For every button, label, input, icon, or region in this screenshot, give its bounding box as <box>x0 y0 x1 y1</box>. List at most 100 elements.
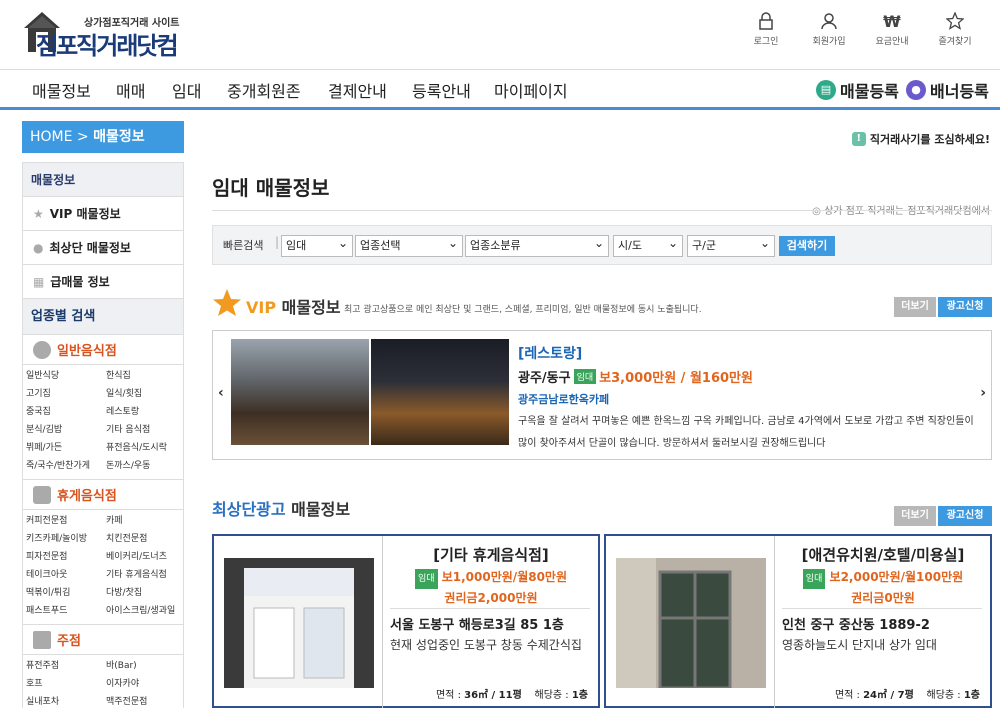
card-divider <box>382 536 383 708</box>
nav-item-mypage[interactable]: 마이페이지 <box>494 78 568 102</box>
business-subtype-select[interactable]: 업종소분류 <box>465 233 609 257</box>
category-item[interactable]: 이자카야 <box>106 675 186 693</box>
search-button[interactable]: 검색하기 <box>779 236 835 256</box>
sidebar-item-vip[interactable]: ★ VIP 매물정보 <box>23 197 183 231</box>
category-item[interactable]: 피자전문점 <box>26 548 106 566</box>
register-banner-button[interactable]: ● 배너등록 <box>906 78 989 102</box>
category-item[interactable]: 분식/김밥 <box>26 421 106 439</box>
floor-value: 1층 <box>571 690 588 701</box>
category-item[interactable]: 실내포차 <box>26 693 106 708</box>
listing-card[interactable]: [기타 휴게음식점] 임대 보1,000만원/월80만원 권리금2,000만원 … <box>212 534 600 708</box>
next-arrow-icon[interactable]: › <box>980 385 986 401</box>
category-item[interactable]: 치킨전문점 <box>106 530 186 548</box>
category-item[interactable]: 죽/국수/반찬가게 <box>26 457 106 475</box>
card-premium: 권리금0만원 <box>851 591 915 605</box>
login-link[interactable]: 로그인 <box>738 12 794 47</box>
pricing-link[interactable]: ₩ 요금안내 <box>864 12 920 47</box>
sidebar: 매물정보 ★ VIP 매물정보 ● 최상단 매물정보 ▦ 급매물 정보 업종별 … <box>22 162 184 708</box>
category-restaurant[interactable]: 일반음식점 <box>23 335 183 365</box>
category-item[interactable]: 베이커리/도너츠 <box>106 548 186 566</box>
bookmark-link[interactable]: 즐겨찾기 <box>927 12 983 47</box>
vip-listing-name[interactable]: 광주금남로한옥카페 <box>518 391 609 407</box>
quick-search-bar: 빠른검색 | 임대 업종선택 업종소분류 시/도 구/군 검색하기 <box>212 225 992 265</box>
category-item[interactable]: 키즈카페/놀이방 <box>26 530 106 548</box>
category-item[interactable]: 중국집 <box>26 403 106 421</box>
top-apply-button[interactable]: 광고신청 <box>938 506 992 526</box>
vip-section-desc: 최고 광고상품으로 메인 최상단 및 그랜드, 스페셜, 프리미엄, 일반 매물… <box>344 305 702 315</box>
vip-more-button[interactable]: 더보기 <box>894 297 936 317</box>
category-item[interactable]: 일식/횟집 <box>106 385 186 403</box>
category-item[interactable]: 카페 <box>106 512 186 530</box>
category-item[interactable]: 뷔페/가든 <box>26 439 106 457</box>
floor-value: 1층 <box>963 690 980 701</box>
signup-link[interactable]: 회원가입 <box>801 12 857 47</box>
category-item[interactable]: 고기집 <box>26 385 106 403</box>
register-listing-label: 매물등록 <box>840 82 899 101</box>
listing-card[interactable]: [애견유치원/호텔/미용실] 임대 보2,000만원/월100만원 권리금0만원… <box>604 534 992 708</box>
nav-item-listings[interactable]: 매물정보 <box>32 78 91 102</box>
category-item[interactable]: 한식집 <box>106 367 186 385</box>
district-select[interactable]: 구/군 <box>687 233 775 257</box>
sidebar-item-top[interactable]: ● 최상단 매물정보 <box>23 231 183 265</box>
register-listing-button[interactable]: ▤ 매물등록 <box>816 78 899 102</box>
category-list: 커피전문점 카페 키즈카페/놀이방 치킨전문점 피자전문점 베이커리/도너츠 테… <box>23 510 183 625</box>
card-description: 영종하늘도시 단지내 상가 임대 <box>782 638 937 652</box>
category-item[interactable]: 퓨전음식/도시락 <box>106 439 186 457</box>
nav-item-sale[interactable]: 매매 <box>116 78 145 102</box>
lease-badge: 임대 <box>573 369 597 384</box>
nav-item-register-guide[interactable]: 등록안내 <box>412 78 471 102</box>
category-item[interactable]: 떡볶이/튀김 <box>26 584 106 602</box>
building-icon: ▦ <box>33 274 45 289</box>
vip-apply-button[interactable]: 광고신청 <box>938 297 992 317</box>
sidebar-item-urgent[interactable]: ▦ 급매물 정보 <box>23 265 183 299</box>
listing-photo[interactable] <box>371 339 509 445</box>
nav-item-payment[interactable]: 결제안내 <box>328 78 387 102</box>
nav-item-broker-zone[interactable]: 중개회원존 <box>227 78 301 102</box>
card-separator <box>782 608 982 609</box>
category-item[interactable]: 호프 <box>26 675 106 693</box>
top-ad-section-title: 최상단광고 매물정보 <box>212 496 350 520</box>
vip-listing-carousel[interactable]: ‹ [레스토랑] 광주/동구 임대 보3,000만원 / 월160만원 광주금남… <box>212 330 992 460</box>
category-item[interactable]: 아이스크림/생과일 <box>106 602 186 620</box>
person-icon: ● <box>33 240 44 255</box>
category-item[interactable]: 레스토랑 <box>106 403 186 421</box>
vip-title-accent: VIP <box>246 298 277 317</box>
deal-type-select[interactable]: 임대 <box>281 233 353 257</box>
listing-photo <box>616 558 766 688</box>
category-item[interactable]: 기타 음식점 <box>106 421 186 439</box>
star-icon <box>213 289 241 316</box>
breadcrumb-current: 매물정보 <box>93 129 145 145</box>
sidebar-item-label: VIP 매물정보 <box>49 206 121 221</box>
top-more-button[interactable]: 더보기 <box>894 506 936 526</box>
building-icon <box>33 630 51 649</box>
card-meta: 면적 : 24㎡ / 7평 해당층 : 1층 <box>835 686 980 701</box>
card-address: 서울 도봉구 해등로3길 85 1층 <box>390 618 564 633</box>
pricing-label: 요금안내 <box>875 37 909 47</box>
business-type-select[interactable]: 업종선택 <box>355 233 463 257</box>
category-item[interactable]: 돈까스/우동 <box>106 457 186 475</box>
province-select[interactable]: 시/도 <box>613 233 683 257</box>
nav-item-lease[interactable]: 임대 <box>172 78 201 102</box>
prev-arrow-icon[interactable]: ‹ <box>218 385 224 401</box>
lease-badge: 임대 <box>802 569 826 589</box>
site-logo[interactable]: 상가점포직거래 사이트 점포직거래닷컴 <box>22 8 182 60</box>
card-address: 인천 중구 중산동 1889-2 <box>782 618 930 633</box>
category-item[interactable]: 기타 휴게음식점 <box>106 566 186 584</box>
category-item[interactable]: 퓨전주점 <box>26 657 106 675</box>
category-item[interactable]: 다방/찻집 <box>106 584 186 602</box>
category-item[interactable]: 맥주전문점 <box>106 693 186 708</box>
category-item[interactable]: 패스트푸드 <box>26 602 106 620</box>
card-deposit-rent: 보1,000만원/월80만원 <box>441 570 568 584</box>
breadcrumb-home[interactable]: HOME > <box>30 129 93 145</box>
won-icon: ₩ <box>883 12 901 30</box>
vip-title-rest: 매물정보 <box>276 298 341 317</box>
category-item[interactable]: 바(Bar) <box>106 657 186 675</box>
category-cafe[interactable]: 휴게음식점 <box>23 480 183 510</box>
lock-icon <box>759 12 773 30</box>
category-bar[interactable]: 주점 <box>23 625 183 655</box>
category-item[interactable]: 일반식당 <box>26 367 106 385</box>
listing-photo[interactable] <box>231 339 369 445</box>
category-item[interactable]: 테이크아웃 <box>26 566 106 584</box>
category-item[interactable]: 커피전문점 <box>26 512 106 530</box>
area-value: 24㎡ / 7평 <box>863 690 914 701</box>
